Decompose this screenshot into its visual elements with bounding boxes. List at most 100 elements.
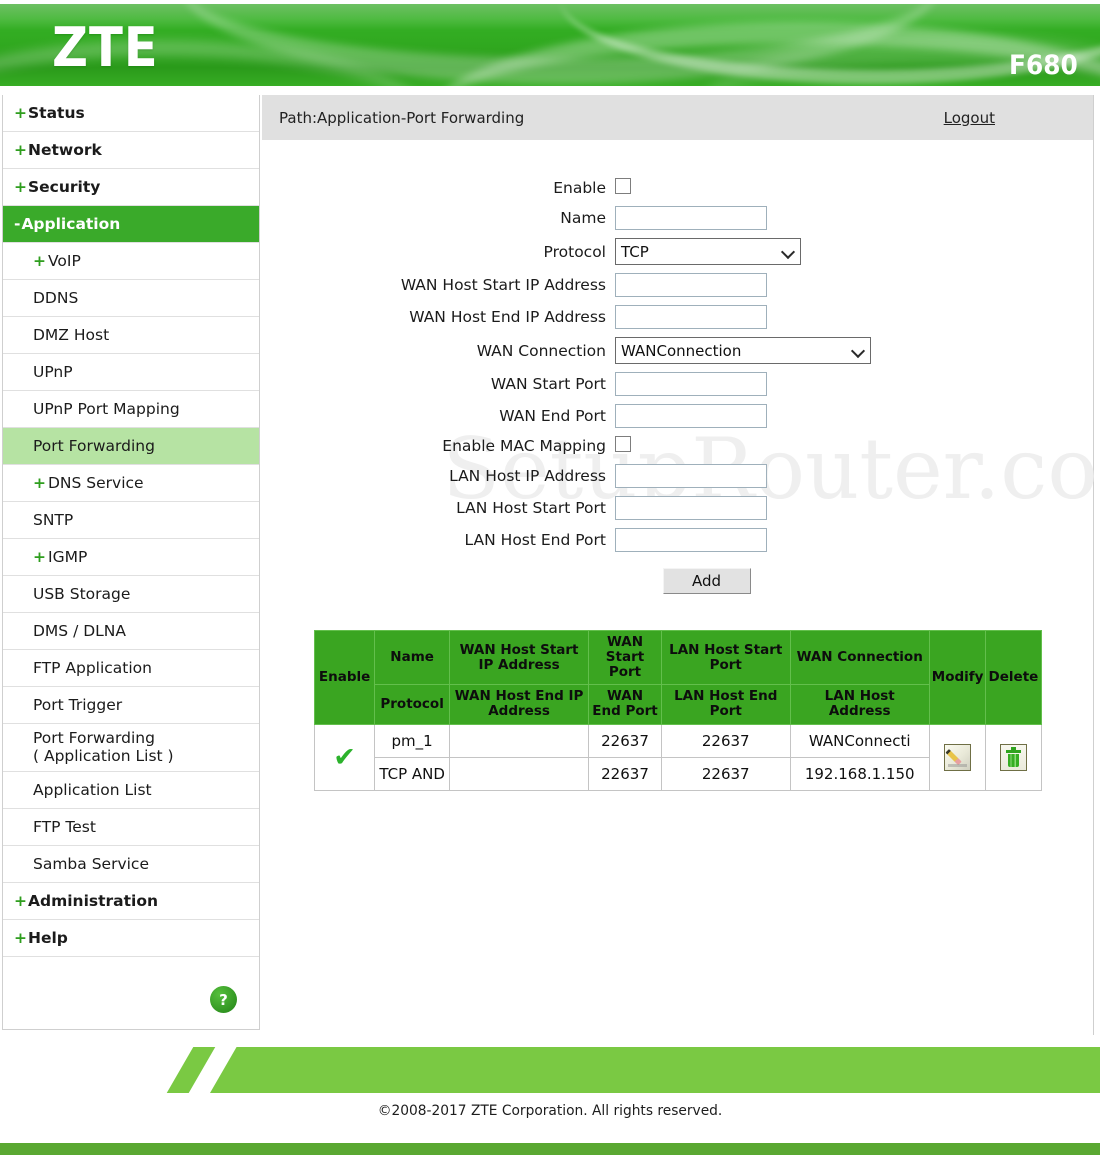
sidebar-item-application-list[interactable]: Application List — [3, 772, 259, 809]
help-icon[interactable]: ? — [210, 986, 237, 1013]
add-button-row: Add — [262, 568, 1093, 594]
sidebar-item-application[interactable]: - Application — [3, 206, 259, 243]
sidebar-item-ftp-application[interactable]: FTP Application — [3, 650, 259, 687]
input-lan-host-end-port[interactable] — [615, 528, 767, 552]
sidebar-item-label: Port Forwarding( Application List ) — [33, 729, 174, 766]
form-row-wan-host-start-ip-address: WAN Host Start IP Address — [262, 273, 1093, 297]
sidebar-item-security[interactable]: + Security — [3, 169, 259, 206]
trash-icon[interactable] — [999, 743, 1027, 771]
sidebar-item-label: Port Forwarding — [33, 437, 155, 455]
th-wan-end-port: WAN End Port — [588, 684, 662, 725]
breadcrumb: Path:Application-Port Forwarding — [279, 108, 525, 127]
cell-wan-host-end-ip — [448, 756, 590, 791]
sidebar-item-network[interactable]: + Network — [3, 132, 259, 169]
control-wrap-wan-end-port — [615, 404, 767, 428]
cell-modify — [928, 723, 986, 791]
footer-bottom-bar — [0, 1143, 1100, 1155]
sidebar-navigation: + Status + Network + Security - Application + VoI… — [2, 95, 260, 1030]
sidebar-item-label: USB Storage — [33, 585, 131, 603]
sidebar-item-label: Help — [28, 929, 68, 947]
th-wan-start-port: WAN Start Port — [588, 629, 662, 686]
label-enable: Enable — [553, 179, 606, 197]
checkbox-enable-mac-mapping[interactable] — [615, 436, 631, 452]
th-wan-connection: WAN Connection — [789, 629, 930, 686]
form-row-lan-host-start-port: LAN Host Start Port — [262, 496, 1093, 520]
label-wan-start-port: WAN Start Port — [490, 375, 606, 393]
sidebar-item-dms-dlna[interactable]: DMS / DLNA — [3, 613, 259, 650]
control-wrap-wan-host-end-ip-address — [615, 305, 767, 329]
port-forwarding-table: Enable Name WAN Host Start IP Address WA… — [313, 629, 1043, 791]
form-row-wan-host-end-ip-address: WAN Host End IP Address — [262, 305, 1093, 329]
label-name: Name — [560, 209, 606, 227]
sidebar-item-status[interactable]: + Status — [3, 95, 259, 132]
cell-enable: ✔ — [313, 723, 376, 791]
sidebar-item-ftp-test[interactable]: FTP Test — [3, 809, 259, 846]
select-value-wan-connection: WANConnection — [621, 341, 742, 360]
input-wan-host-end-ip-address[interactable] — [615, 305, 767, 329]
th-name: Name — [374, 629, 450, 686]
input-lan-host-start-port[interactable] — [615, 496, 767, 520]
sidebar-item-port-forwarding[interactable]: Port Forwarding — [3, 428, 259, 465]
sidebar-item-igmp[interactable]: + IGMP — [3, 539, 259, 576]
label-enable-mac-mapping: Enable MAC Mapping — [442, 437, 606, 455]
th-protocol: Protocol — [374, 684, 450, 725]
control-wrap-wan-connection: WANConnection — [615, 337, 871, 364]
sidebar-item-administration[interactable]: + Administration — [3, 883, 259, 920]
input-lan-host-ip-address[interactable] — [615, 464, 767, 488]
add-button[interactable]: Add — [662, 568, 751, 594]
sidebar-item-dns-service[interactable]: + DNS Service — [3, 465, 259, 502]
sidebar-item-port-forwarding-application-list[interactable]: Port Forwarding( Application List ) — [3, 724, 259, 772]
sidebar-item-sntp[interactable]: SNTP — [3, 502, 259, 539]
page-header: ZTE F680 — [0, 4, 1100, 86]
control-wrap-lan-host-start-port — [615, 496, 767, 520]
form-row-protocol: Protocol TCP — [262, 238, 1093, 265]
expand-icon: + — [14, 104, 27, 122]
sidebar-item-dmz-host[interactable]: DMZ Host — [3, 317, 259, 354]
sidebar-item-voip[interactable]: + VoIP — [3, 243, 259, 280]
control-wrap-lan-host-end-port — [615, 528, 767, 552]
sidebar-footer: ? — [3, 957, 259, 1029]
form-row-enable: Enable — [262, 178, 1093, 198]
control-wrap-enable — [615, 178, 631, 198]
port-forwarding-form: Enable Name Protocol TCP WAN Host Start IP A… — [262, 140, 1093, 594]
select-wan-connection[interactable]: WANConnection — [615, 337, 871, 364]
th-wan-host-end-ip: WAN Host End IP Address — [448, 684, 590, 725]
breadcrumb-bar: Path:Application-Port Forwarding Logout — [262, 95, 1093, 140]
expand-icon: + — [14, 929, 27, 947]
label-wan-connection: WAN Connection — [476, 341, 606, 360]
sidebar-item-label: Administration — [28, 892, 159, 910]
cell-lan-host-address: 192.168.1.150 — [789, 756, 930, 791]
sidebar-item-ddns[interactable]: DDNS — [3, 280, 259, 317]
select-protocol[interactable]: TCP — [615, 238, 801, 265]
cell-lan-host-end-port: 22637 — [660, 756, 791, 791]
cell-name: pm_1 — [374, 723, 450, 758]
sidebar-item-label: FTP Application — [33, 659, 152, 677]
th-lan-host-start-port: LAN Host Start Port — [660, 629, 791, 686]
input-name[interactable] — [615, 206, 767, 230]
th-lan-host-address: LAN Host Address — [789, 684, 930, 725]
sidebar-item-help[interactable]: + Help — [3, 920, 259, 957]
sidebar-item-label: IGMP — [48, 548, 88, 566]
pencil-icon[interactable] — [943, 743, 971, 771]
sidebar-item-label: DNS Service — [48, 474, 144, 492]
sidebar-item-port-trigger[interactable]: Port Trigger — [3, 687, 259, 724]
logout-link[interactable]: Logout — [944, 109, 995, 127]
sidebar-item-upnp-port-mapping[interactable]: UPnP Port Mapping — [3, 391, 259, 428]
input-wan-host-start-ip-address[interactable] — [615, 273, 767, 297]
checkbox-enable[interactable] — [615, 178, 631, 194]
sidebar-item-label: Application — [21, 215, 121, 233]
control-wrap-wan-start-port — [615, 372, 767, 396]
control-wrap-name — [615, 206, 767, 230]
trash-body — [1007, 753, 1019, 767]
footer-slash — [166, 1047, 216, 1093]
form-row-lan-host-ip-address: LAN Host IP Address — [262, 464, 1093, 488]
input-wan-start-port[interactable] — [615, 372, 767, 396]
expand-icon: + — [33, 252, 46, 270]
sidebar-item-samba-service[interactable]: Samba Service — [3, 846, 259, 883]
sidebar-item-upnp[interactable]: UPnP — [3, 354, 259, 391]
cell-wan-connection: WANConnecti — [789, 723, 930, 758]
label-lan-host-ip-address: LAN Host IP Address — [449, 467, 606, 485]
sidebar-item-usb-storage[interactable]: USB Storage — [3, 576, 259, 613]
sidebar-item-label: SNTP — [33, 511, 74, 529]
input-wan-end-port[interactable] — [615, 404, 767, 428]
